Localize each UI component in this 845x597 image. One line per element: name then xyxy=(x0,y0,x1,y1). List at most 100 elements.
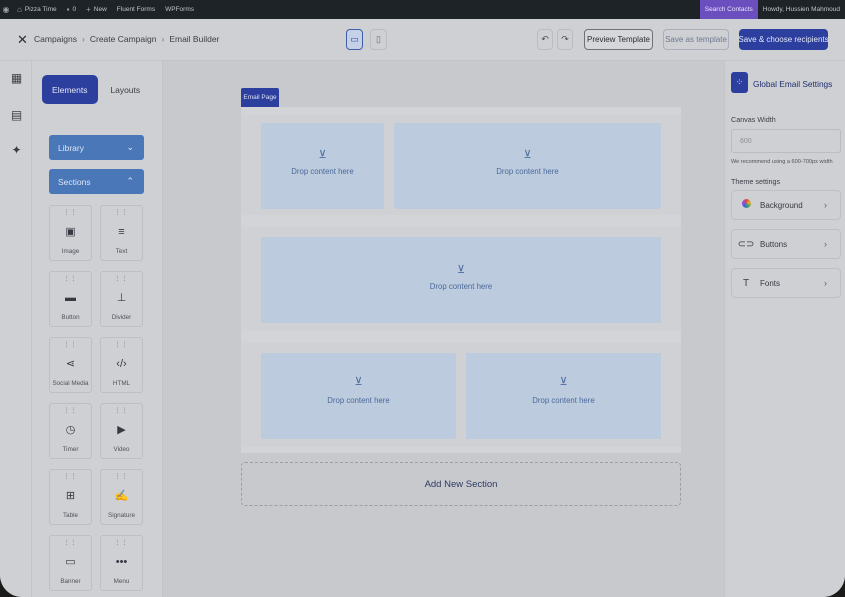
element-label: Text xyxy=(115,248,128,255)
plus-icon: + xyxy=(86,5,91,14)
drop-icon: ⊻ xyxy=(318,149,327,161)
element-html[interactable]: ⋮⋮ ‹/› HTML xyxy=(100,337,143,393)
canvas-width-input[interactable]: 600 xyxy=(731,129,841,153)
sections-accordion[interactable]: Sections ⌃ xyxy=(49,169,144,194)
drop-zone-label: Drop content here xyxy=(532,396,595,405)
site-name: Pizza Time xyxy=(24,6,57,13)
email-section[interactable]: ⊻ Drop content here ⊻ Drop content here xyxy=(241,343,681,447)
element-menu[interactable]: ⋮⋮ ••• Menu xyxy=(100,535,143,591)
element-label: Menu xyxy=(113,578,130,585)
undo-icon: ↶ xyxy=(541,34,549,44)
drag-handle-icon[interactable]: ⋮⋮ xyxy=(101,210,142,216)
drop-icon: ⊻ xyxy=(559,376,568,388)
breadcrumb-email-builder: Email Builder xyxy=(169,34,220,44)
global-settings-panel: ⁘ Global Email Settings Canvas Width 600… xyxy=(724,61,845,597)
image-icon: ▣ xyxy=(65,226,76,238)
element-table[interactable]: ⋮⋮ ⊞ Table xyxy=(49,469,92,525)
chevron-right-icon: › xyxy=(824,200,827,210)
tab-elements[interactable]: Elements xyxy=(42,75,98,104)
drag-handle-icon[interactable]: ⋮⋮ xyxy=(50,540,91,546)
email-section[interactable]: ⊻ Drop content here xyxy=(241,227,681,331)
table-icon: ⊞ xyxy=(65,490,76,502)
search-contacts-button[interactable]: Search Contacts xyxy=(699,0,758,19)
admin-site-link[interactable]: ⌂ Pizza Time xyxy=(12,0,62,19)
template-icon[interactable]: ▤ xyxy=(10,109,23,122)
theme-buttons-row[interactable]: ⊂⊃ Buttons › xyxy=(731,229,841,259)
drop-icon: ⊻ xyxy=(523,149,532,161)
element-button[interactable]: ⋮⋮ ▬ Button xyxy=(49,271,92,327)
admin-new-link[interactable]: + New xyxy=(81,0,112,19)
element-label: Video xyxy=(113,446,130,453)
drop-zone-label: Drop content here xyxy=(429,282,493,291)
close-icon[interactable]: ✕ xyxy=(17,32,28,48)
element-social-media[interactable]: ⋮⋮ ⋖ Social Media xyxy=(49,337,92,393)
home-icon: ⌂ xyxy=(17,5,22,14)
theme-fonts-row[interactable]: T Fonts › xyxy=(731,268,841,298)
element-label: Social Media xyxy=(52,380,89,387)
drag-handle-icon[interactable]: ⋮⋮ xyxy=(101,276,142,282)
element-timer[interactable]: ⋮⋮ ◷ Timer xyxy=(49,403,92,459)
wordpress-logo-icon[interactable]: ◉ xyxy=(0,0,12,19)
theme-settings-label: Theme settings xyxy=(731,177,781,186)
layout-icon[interactable]: ▦ xyxy=(10,72,23,85)
add-new-section-button[interactable]: Add New Section xyxy=(241,462,681,506)
admin-comments-link[interactable]: ▪ 0 xyxy=(62,0,81,19)
app-frame: ◉ ⌂ Pizza Time ▪ 0 + New Fluent Forms WP… xyxy=(0,0,845,597)
email-section[interactable]: ⊻ Drop content here ⊻ Drop content here xyxy=(241,115,681,215)
email-page-tag[interactable]: Email Page xyxy=(241,88,279,107)
tab-layouts[interactable]: Layouts xyxy=(98,75,154,104)
element-label: Banner xyxy=(60,578,81,585)
account-greeting[interactable]: Howdy, Hussien Mahmoud xyxy=(758,0,845,19)
drag-handle-icon[interactable]: ⋮⋮ xyxy=(101,342,142,348)
drag-handle-icon[interactable]: ⋮⋮ xyxy=(50,210,91,216)
drop-zone[interactable]: ⊻ Drop content here xyxy=(261,353,456,439)
element-divider[interactable]: ⋮⋮ ⊥ Divider xyxy=(100,271,143,327)
code-icon: ‹/› xyxy=(116,358,127,370)
drag-handle-icon[interactable]: ⋮⋮ xyxy=(101,474,142,480)
element-text[interactable]: ⋮⋮ ≡ Text xyxy=(100,205,143,261)
element-image[interactable]: ⋮⋮ ▣ Image xyxy=(49,205,92,261)
chevron-up-icon: ⌃ xyxy=(126,176,134,186)
drop-zone-label: Drop content here xyxy=(327,396,390,405)
font-icon: T xyxy=(742,277,750,289)
drop-zone[interactable]: ⊻ Drop content here xyxy=(466,353,661,439)
element-banner[interactable]: ⋮⋮ ▭ Banner xyxy=(49,535,92,591)
drop-icon: ⊻ xyxy=(456,264,466,276)
drag-handle-icon[interactable]: ⋮⋮ xyxy=(50,408,91,414)
mobile-view-toggle[interactable]: ▯ xyxy=(370,29,387,50)
library-accordion[interactable]: Library ⌄ xyxy=(49,135,144,160)
undo-button[interactable]: ↶ xyxy=(537,29,553,50)
save-as-template-button[interactable]: Save as template xyxy=(663,29,729,50)
email-page: ⊻ Drop content here ⊻ Drop content here … xyxy=(241,107,681,453)
drag-handle-icon[interactable]: ⋮⋮ xyxy=(50,276,91,282)
comment-icon: ▪ xyxy=(66,5,70,14)
redo-button[interactable]: ↷ xyxy=(557,29,573,50)
desktop-view-toggle[interactable]: ▭ xyxy=(346,29,363,50)
element-label: Image xyxy=(61,248,80,255)
drag-handle-icon[interactable]: ⋮⋮ xyxy=(50,474,91,480)
preview-template-button[interactable]: Preview Template xyxy=(584,29,653,50)
drag-handle-icon[interactable]: ⋮⋮ xyxy=(50,342,91,348)
breadcrumb-separator: › xyxy=(82,34,85,44)
drag-handle-icon[interactable]: ⋮⋮ xyxy=(101,540,142,546)
canvas-width-label: Canvas Width xyxy=(731,115,776,124)
breadcrumb-separator: › xyxy=(161,34,165,44)
admin-link-wpforms[interactable]: WPForms xyxy=(160,0,199,19)
chevron-right-icon: › xyxy=(824,278,827,288)
drop-zone[interactable]: ⊻ Drop content here xyxy=(261,123,384,209)
element-video[interactable]: ⋮⋮ ▶ Video xyxy=(100,403,143,459)
drop-zone[interactable]: ⊻ Drop content here xyxy=(261,237,661,323)
breadcrumb-campaigns[interactable]: Campaigns xyxy=(34,34,77,44)
canvas-width-value: 600 xyxy=(740,137,752,145)
chevron-down-icon: ⌄ xyxy=(126,142,134,152)
element-signature[interactable]: ⋮⋮ ✍ Signature xyxy=(100,469,143,525)
color-wheel-icon xyxy=(732,199,760,211)
sparkle-icon[interactable]: ✦ xyxy=(10,144,23,157)
breadcrumb-create-campaign[interactable]: Create Campaign xyxy=(90,34,157,44)
drag-handle-icon[interactable]: ⋮⋮ xyxy=(101,408,142,414)
save-choose-recipients-button[interactable]: Save & choose recipients xyxy=(738,29,829,50)
admin-link-fluent-forms[interactable]: Fluent Forms xyxy=(112,0,160,19)
theme-background-row[interactable]: Background › xyxy=(731,190,841,220)
drop-zone-label: Drop content here xyxy=(496,167,559,176)
drop-zone[interactable]: ⊻ Drop content here xyxy=(394,123,661,209)
